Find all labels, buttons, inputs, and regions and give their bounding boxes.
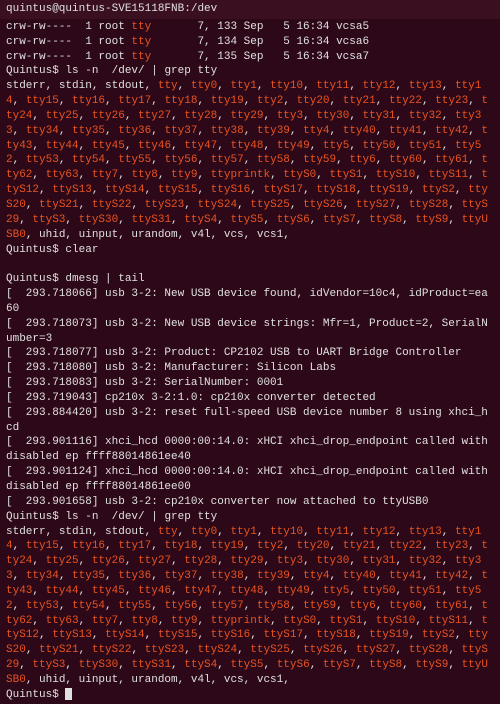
- terminal[interactable]: quintus@quintus-SVE15118FNB:/devcrw-rw--…: [0, 0, 500, 528]
- window-titlebar: quintus@quintus-SVE15118FNB:/dev: [0, 0, 500, 19]
- cursor: [65, 688, 72, 700]
